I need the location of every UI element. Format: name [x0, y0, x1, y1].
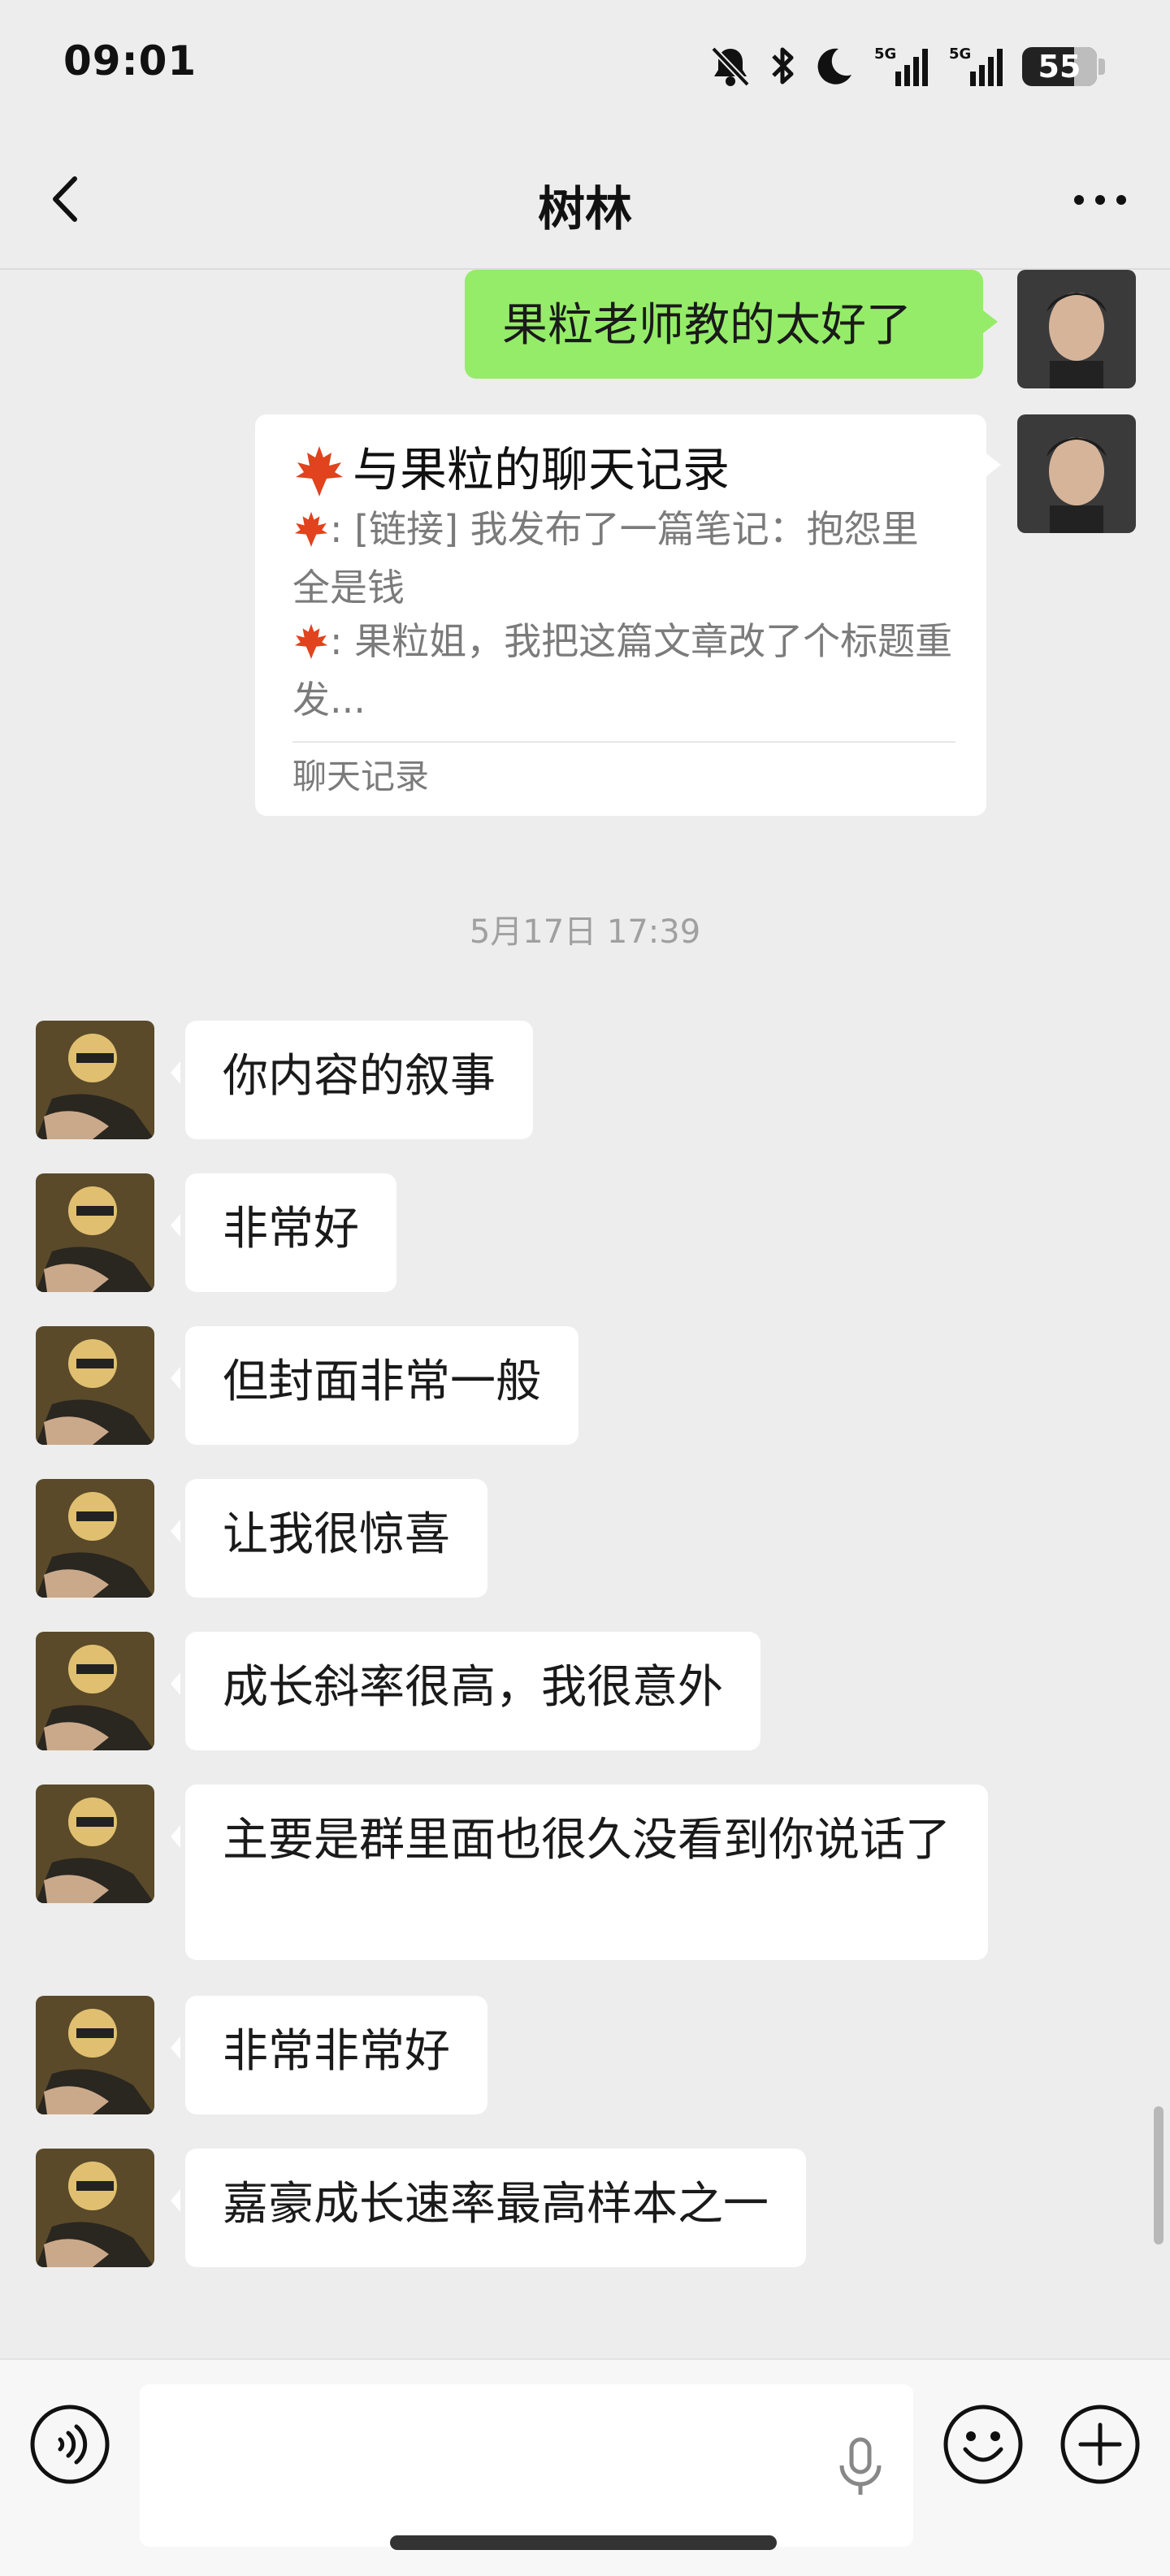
chat-record-card[interactable]: 与果粒的聊天记录 : [链接] 我发布了一篇笔记：抱怨里全是钱 : 果粒姐，我把… [255, 414, 1001, 816]
avatar[interactable] [36, 1632, 154, 1750]
message-bubble-incoming[interactable]: 非常非常好 [171, 1996, 488, 2114]
message-bubble-incoming[interactable]: 让我很惊喜 [171, 1479, 488, 1598]
contact-avatar-icon [36, 1173, 154, 1292]
home-indicator[interactable] [390, 2535, 777, 2550]
avatar[interactable] [1017, 414, 1136, 533]
voice-icon [30, 2405, 110, 2484]
message-text: 果粒老师教的太好了 [502, 299, 912, 352]
avatar[interactable] [36, 1785, 154, 1903]
avatar[interactable] [36, 1173, 154, 1292]
message-bubble-incoming[interactable]: 嘉豪成长速率最高样本之一 [171, 2149, 806, 2267]
avatar[interactable] [36, 1996, 154, 2114]
more-button[interactable] [1068, 176, 1133, 224]
bluetooth-icon [772, 47, 794, 85]
contact-avatar-icon [36, 1785, 154, 1903]
chat-record-title: 与果粒的聊天记录 [292, 437, 956, 502]
message-bubble-incoming[interactable]: 成长斜率很高，我很意外 [171, 1632, 760, 1750]
contact-avatar-icon [36, 1326, 154, 1445]
svg-text:5G: 5G [949, 46, 971, 63]
avatar[interactable] [1017, 270, 1136, 388]
maple-leaf-icon [296, 446, 343, 497]
contact-avatar-icon [36, 2149, 154, 2267]
chat-record-line: : [链接] 我发布了一篇笔记：抱怨里全是钱 [292, 502, 956, 614]
signal-5g-icon: 5G [949, 46, 1003, 86]
mic-icon[interactable] [832, 2435, 889, 2500]
avatar[interactable] [36, 1021, 154, 1139]
chat-header: 树林 [0, 130, 1170, 270]
avatar[interactable] [36, 1479, 154, 1598]
message-bubble-incoming[interactable]: 主要是群里面也很久没看到你说话了 [171, 1785, 988, 1960]
message-list[interactable]: 果粒老师教的太好了 与果粒的聊天记录 : [链接] 我发布了一篇笔记：抱怨里全是… [0, 270, 1170, 2358]
message-bubble-incoming[interactable]: 你内容的叙事 [171, 1021, 533, 1139]
user-avatar-icon [1017, 414, 1136, 533]
avatar[interactable] [36, 2149, 154, 2267]
voice-button[interactable] [28, 2402, 112, 2487]
contact-avatar-icon [36, 1479, 154, 1598]
user-avatar-icon [1017, 270, 1136, 388]
status-bar: 09:01 5G 5G 55 [0, 0, 1170, 130]
battery-tip [1098, 59, 1105, 75]
svg-text:5G: 5G [874, 46, 896, 63]
maple-leaf-icon [294, 511, 328, 547]
chat-record-line-text: : 果粒姐，我把这篇文章改了个标题重发... [292, 619, 953, 722]
message-bubble-incoming[interactable]: 非常好 [171, 1173, 396, 1292]
message-text: 非常非常好 [223, 2025, 450, 2078]
message-text: 嘉豪成长速率最高样本之一 [223, 2178, 769, 2231]
mute-icon [711, 46, 750, 87]
message-input[interactable] [140, 2384, 913, 2547]
status-time: 09:01 [63, 37, 197, 85]
status-icons: 5G 5G 55 [710, 41, 1105, 93]
more-dots-icon [1074, 195, 1126, 205]
message-text: 主要是群里面也很久没看到你说话了 [223, 1814, 951, 1867]
chat-record-line: : 果粒姐，我把这篇文章改了个标题重发... [292, 614, 956, 726]
timestamp: 5月17日 17:39 [469, 913, 701, 951]
plus-icon [1060, 2405, 1140, 2484]
chat-record-title-text: 与果粒的聊天记录 [353, 442, 730, 497]
emoji-button[interactable] [941, 2402, 1025, 2487]
avatar[interactable] [36, 1326, 154, 1445]
chat-title: 树林 [537, 181, 632, 236]
contact-avatar-icon [36, 1632, 154, 1750]
message-text: 成长斜率很高，我很意外 [223, 1661, 723, 1714]
message-text: 非常好 [223, 1203, 359, 1255]
message-bubble-incoming[interactable]: 但封面非常一般 [171, 1326, 578, 1445]
contact-avatar-icon [36, 1996, 154, 2114]
message-text: 让我很惊喜 [223, 1508, 450, 1561]
message-bubble-outgoing[interactable]: 果粒老师教的太好了 [465, 270, 998, 379]
battery-level: 55 [1038, 49, 1081, 85]
more-actions-button[interactable] [1058, 2402, 1142, 2487]
message-text: 你内容的叙事 [223, 1050, 496, 1103]
battery-icon: 55 [1022, 47, 1097, 86]
scrollbar-thumb[interactable] [1154, 2106, 1164, 2244]
emoji-icon [943, 2405, 1023, 2484]
chat-record-footer: 聊天记录 [292, 741, 956, 800]
message-text: 但封面非常一般 [223, 1355, 541, 1408]
moon-icon [817, 48, 852, 85]
contact-avatar-icon [36, 1021, 154, 1139]
chat-record-line-text: : [链接] 我发布了一篇笔记：抱怨里全是钱 [292, 507, 919, 609]
signal-5g-icon: 5G [874, 46, 928, 86]
maple-leaf-icon [294, 623, 328, 659]
